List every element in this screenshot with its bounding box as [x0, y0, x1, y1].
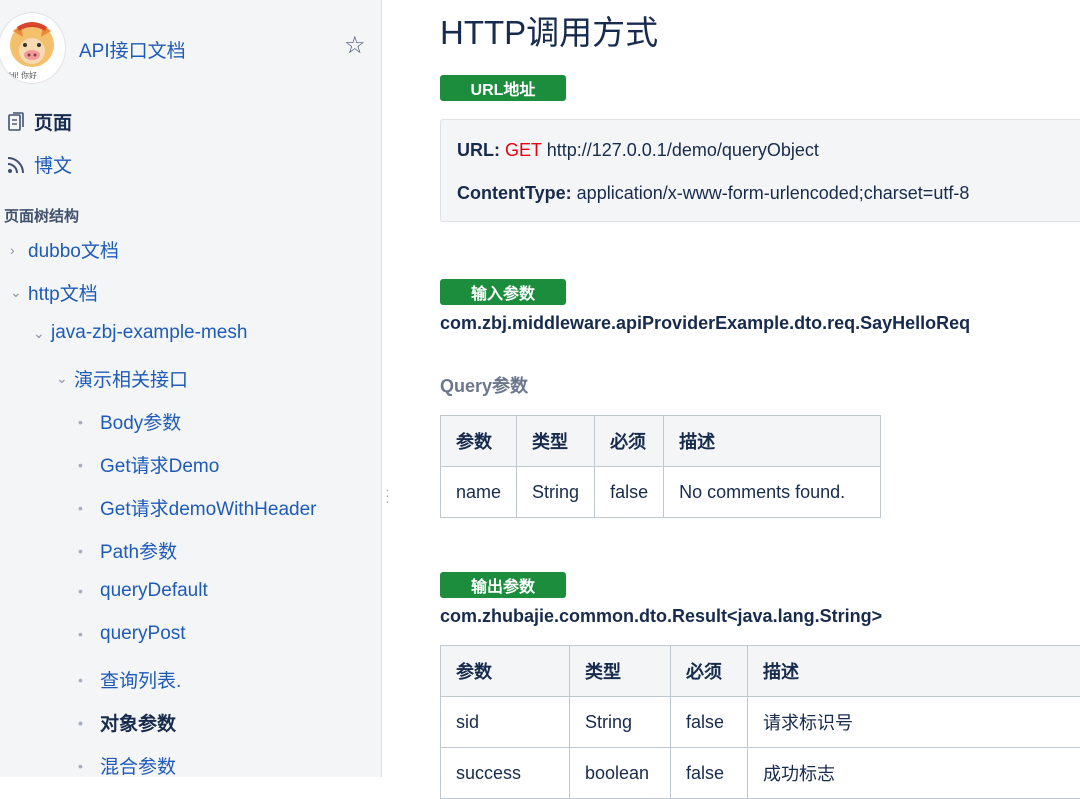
table-cell: 请求标识号	[748, 697, 1080, 748]
tree-item-label: 演示相关接口	[74, 365, 188, 392]
url-line: URL: GET http://127.0.0.1/demo/queryObje…	[457, 140, 819, 161]
content-type-line: ContentType: application/x-www-form-urle…	[457, 183, 969, 204]
bullet-icon: •	[78, 715, 100, 731]
url-label: URL:	[457, 140, 500, 160]
url-panel: URL: GET http://127.0.0.1/demo/queryObje…	[440, 119, 1080, 222]
table-header-row: 参数 类型 必须 描述	[441, 646, 1080, 697]
bullet-icon: •	[78, 626, 100, 642]
tree-item-label: queryDefault	[100, 580, 208, 602]
bullet-icon: •	[78, 414, 100, 430]
output-class-name: com.zhubajie.common.dto.Result<java.lang…	[440, 606, 882, 627]
output-section-badge: 输出参数	[440, 572, 566, 598]
table-cell: name	[441, 467, 517, 518]
table-row: sid String false 请求标识号	[441, 697, 1080, 748]
bullet-icon: •	[78, 500, 100, 516]
table-row: name String false No comments found.	[441, 467, 881, 518]
column-header: 类型	[517, 416, 595, 467]
table-cell: boolean	[570, 748, 671, 799]
tree-item-get-demo[interactable]: • Get请求Demo	[78, 451, 219, 478]
tree-item-label: queryPost	[100, 623, 186, 645]
space-name-link[interactable]: API接口文档	[79, 36, 186, 63]
column-header: 描述	[664, 416, 881, 467]
table-cell: sid	[441, 697, 570, 748]
pages-icon	[6, 112, 26, 132]
space-header: Hi! 你好 API接口文档 ☆	[0, 12, 382, 84]
tree-item-label: 对象参数	[100, 709, 176, 736]
tree-item-demo-apis[interactable]: ⌄ 演示相关接口	[56, 365, 188, 392]
nav-blog-label: 博文	[34, 151, 72, 178]
column-header: 描述	[748, 646, 1080, 697]
tree-item-query-post[interactable]: • queryPost	[78, 623, 186, 645]
input-class-name: com.zbj.middleware.apiProviderExample.dt…	[440, 313, 970, 334]
tree-item-label: dubbo文档	[28, 236, 119, 263]
content-type-value: application/x-www-form-urlencoded;charse…	[577, 183, 970, 203]
table-cell: false	[671, 748, 748, 799]
tree-item-query-list[interactable]: • 查询列表.	[78, 666, 181, 693]
nav-blog[interactable]: 博文	[6, 151, 72, 178]
tree-item-label: Body参数	[100, 408, 181, 435]
main-content: HTTP调用方式 URL地址 URL: GET http://127.0.0.1…	[440, 0, 1080, 777]
nav-pages-label: 页面	[34, 108, 72, 135]
url-section-badge: URL地址	[440, 75, 566, 101]
chevron-right-icon[interactable]: ›	[10, 242, 28, 258]
avatar-caption: Hi! 你好	[9, 70, 37, 81]
column-header: 参数	[441, 646, 570, 697]
column-header: 类型	[570, 646, 671, 697]
query-params-heading: Query参数	[440, 372, 528, 398]
tree-item-http[interactable]: ⌄ http文档	[10, 279, 98, 306]
table-cell: String	[517, 467, 595, 518]
bullet-icon: •	[78, 758, 100, 774]
http-method: GET	[505, 140, 542, 160]
tree-item-label: 混合参数	[100, 752, 176, 779]
url-value: http://127.0.0.1/demo/queryObject	[547, 140, 819, 160]
bullet-icon: •	[78, 583, 100, 599]
bullet-icon: •	[78, 672, 100, 688]
tree-item-label: Path参数	[100, 537, 177, 564]
chevron-down-icon[interactable]: ⌄	[56, 370, 74, 387]
tree-item-java-mesh[interactable]: ⌄ java-zbj-example-mesh	[33, 322, 247, 344]
nav-pages[interactable]: 页面	[6, 108, 72, 135]
table-header-row: 参数 类型 必须 描述	[441, 416, 881, 467]
table-cell: String	[570, 697, 671, 748]
tree-item-label: Get请求Demo	[100, 451, 219, 478]
rss-icon	[6, 155, 26, 175]
column-header: 必须	[595, 416, 664, 467]
table-cell: No comments found.	[664, 467, 881, 518]
tree-item-query-default[interactable]: • queryDefault	[78, 580, 208, 602]
tree-item-label: 查询列表.	[100, 666, 181, 693]
chevron-down-icon[interactable]: ⌄	[10, 284, 28, 301]
query-params-table: 参数 类型 必须 描述 name String false No comment…	[440, 415, 881, 518]
table-cell: 成功标志	[748, 748, 1080, 799]
table-cell: success	[441, 748, 570, 799]
tree-item-dubbo[interactable]: › dubbo文档	[10, 236, 119, 263]
chevron-down-icon[interactable]: ⌄	[33, 325, 51, 342]
table-cell: false	[671, 697, 748, 748]
input-section-badge: 输入参数	[440, 279, 566, 305]
tree-item-label: http文档	[28, 279, 98, 306]
bullet-icon: •	[78, 543, 100, 559]
space-avatar[interactable]: Hi! 你好	[0, 12, 66, 84]
tree-item-label: Get请求demoWithHeader	[100, 494, 316, 521]
page-tree-heading: 页面树结构	[4, 205, 79, 226]
tree-item-mixed-params[interactable]: • 混合参数	[78, 752, 176, 779]
sidebar-resize-handle[interactable]: ···	[385, 486, 390, 504]
tree-item-label: java-zbj-example-mesh	[51, 322, 247, 344]
content-type-label: ContentType:	[457, 183, 572, 203]
bullet-icon: •	[78, 457, 100, 473]
tree-item-body-params[interactable]: • Body参数	[78, 408, 181, 435]
table-cell: false	[595, 467, 664, 518]
tree-item-object-params[interactable]: • 对象参数	[78, 709, 176, 736]
tree-item-get-demo-with-header[interactable]: • Get请求demoWithHeader	[78, 494, 316, 521]
column-header: 必须	[671, 646, 748, 697]
page-title: HTTP调用方式	[440, 6, 658, 54]
table-row: success boolean false 成功标志	[441, 748, 1080, 799]
tree-item-path-params[interactable]: • Path参数	[78, 537, 177, 564]
star-icon[interactable]: ☆	[344, 34, 366, 58]
sidebar: Hi! 你好 API接口文档 ☆ 页面 博文 页面树结构 › dubbo文档 ⌄…	[0, 0, 382, 777]
column-header: 参数	[441, 416, 517, 467]
output-params-table: 参数 类型 必须 描述 sid String false 请求标识号 succe…	[440, 645, 1080, 799]
